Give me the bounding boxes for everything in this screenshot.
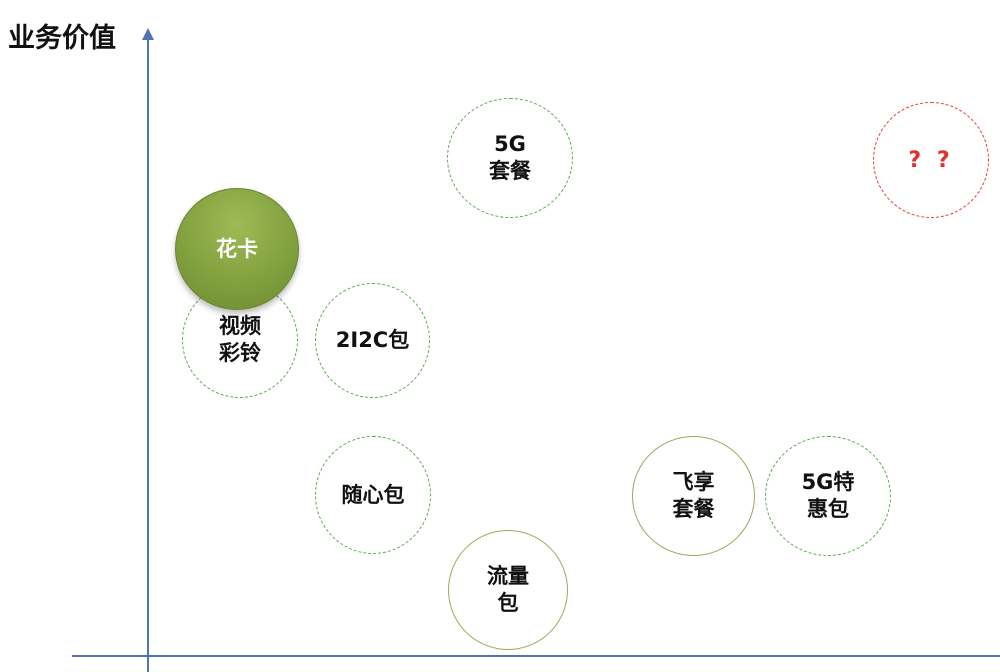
y-axis-arrow-icon <box>142 28 154 40</box>
y-axis-title: 业务价值 <box>8 23 116 54</box>
node-label-line: 2I2C包 <box>335 328 410 352</box>
x-axis-line <box>72 655 1000 657</box>
node-label-line: 飞享 <box>672 470 715 494</box>
node-label-line: 彩铃 <box>219 341 261 365</box>
node-2i2c: 2I2C包 <box>315 283 430 398</box>
node-5g-taocan: 5G 套餐 <box>447 98 573 218</box>
node-label-line: 花卡 <box>216 236 258 261</box>
node-label-line: 惠包 <box>807 497 849 521</box>
node-label-line: 套餐 <box>672 497 715 521</box>
node-label-line: ? ? <box>908 147 954 173</box>
node-label-line: 包 <box>497 591 519 615</box>
node-huaka: 花卡 <box>175 188 299 310</box>
node-label-line: 视频 <box>219 314 261 338</box>
node-liuliang: 流量 包 <box>448 530 568 650</box>
node-label-line: 5G特 <box>801 470 855 494</box>
node-suixin: 随心包 <box>315 436 431 554</box>
node-label-line: 随心包 <box>341 482 405 507</box>
node-feixiang: 飞享 套餐 <box>632 436 755 556</box>
value-diagram: 业务价值 视频 彩铃 花卡 2I2C包 5G 套餐 ? ? 随心包 飞享 套餐 … <box>0 0 1000 672</box>
node-label-line: 套餐 <box>489 159 531 183</box>
node-5g-tehui: 5G特 惠包 <box>765 436 891 556</box>
y-axis-line <box>147 38 149 672</box>
node-unknown: ? ? <box>873 102 989 218</box>
node-label-line: 流量 <box>487 564 529 588</box>
node-label-line: 5G <box>494 132 526 156</box>
